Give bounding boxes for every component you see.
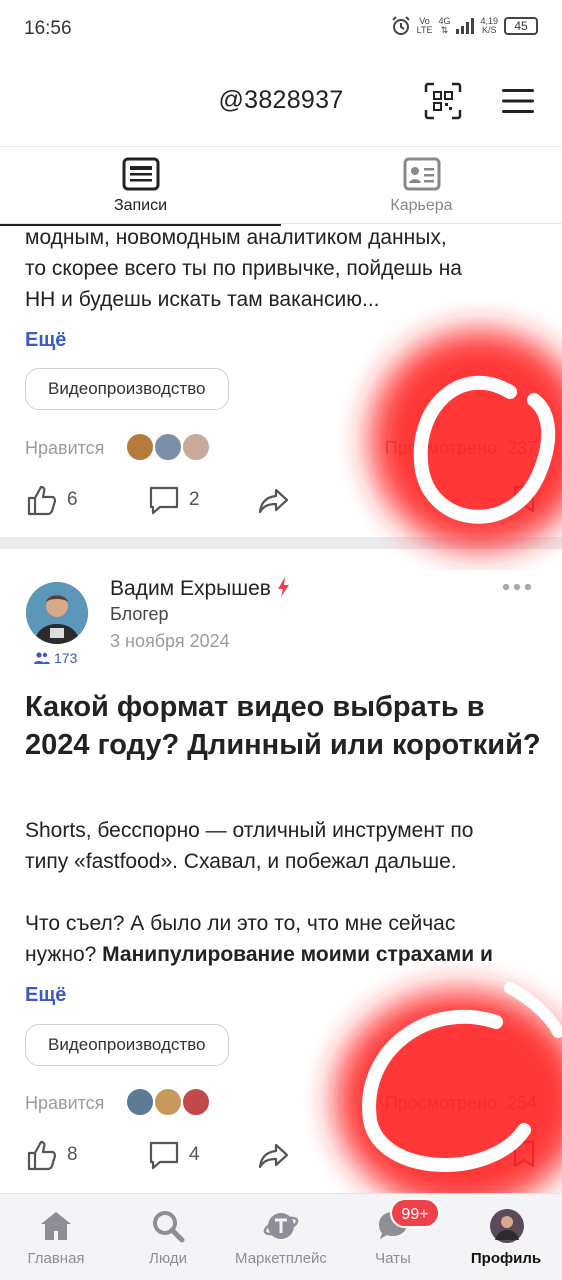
career-card-icon [403,157,441,191]
likes-label: Нравится [25,1093,105,1113]
author-avatar[interactable] [26,582,88,644]
home-icon [41,1212,71,1240]
followers-number: 173 [54,650,78,666]
status-bar: 16:56 Vo LTE 4G ⇅ 4,19 K/S 45 [0,0,562,56]
liked-avatars[interactable] [125,1085,225,1119]
like-button[interactable]: 8 [25,1135,78,1175]
read-more-link[interactable]: Ещё [25,329,66,352]
profile-tabs: Записи Карьера [0,146,562,226]
tab-career-label: Карьера [390,197,453,214]
likes-count: 8 [67,1144,78,1165]
nav-people[interactable]: Люди [112,1194,224,1280]
hamburger-menu-icon[interactable] [500,86,536,116]
avatar [181,1087,211,1117]
share-button[interactable] [257,1135,291,1175]
post-title[interactable]: Какой формат видео выбрать в 2024 году? … [25,688,545,764]
likes-count: 6 [67,489,78,510]
tab-career[interactable]: Карьера [281,147,562,225]
share-button[interactable] [257,480,291,520]
author-name-text: Вадим Ехрышев [110,577,271,600]
network-indicator: Vo LTE [416,16,433,35]
post-divider [0,537,562,549]
lightning-icon [277,577,289,597]
avatar [181,432,211,462]
share-icon [258,1143,289,1169]
posts-feed: модным, новомодным аналитиком данных, то… [0,225,562,1193]
nav-profile-label: Профиль [470,1250,542,1267]
liked-avatars[interactable] [125,430,225,464]
signal-type: 4G ⇅ [438,16,451,35]
bookmark-icon[interactable] [511,1139,537,1169]
comments-count: 4 [189,1144,200,1165]
nav-marketplace[interactable]: Маркетплейс [225,1194,337,1280]
nav-home[interactable]: Главная [0,1194,112,1280]
post-stats: Нравится Просмотрено: 254 [25,1085,537,1119]
bookmark-icon[interactable] [511,484,537,514]
profile-handle: @3828937 [218,86,344,114]
post-stats: Нравится Просмотрено: 237 [25,430,537,464]
thumbs-up-icon [27,485,57,516]
views-count: Просмотрено: 237 [384,438,537,458]
nav-chats-label: Чаты [375,1250,411,1267]
avatar [153,432,183,462]
alarm-icon [391,16,410,35]
views-count: Просмотрено: 254 [384,1093,537,1113]
post-text-bold: Манипулирование моими страхами и [102,943,493,966]
nav-home-label: Главная [27,1250,85,1267]
post-text-line: Shorts, бесспорно — отличный инструмент … [25,819,474,842]
author-role: Блогер [110,604,169,624]
post-actions: 6 2 [25,480,537,520]
share-icon [258,488,289,514]
post-text-line: нужно? Манипулирование моими страхами и [25,939,550,970]
avatar [153,1087,183,1117]
nav-profile[interactable]: Профиль [450,1194,562,1280]
chats-unread-badge: 99+ [390,1198,440,1228]
post-date: 3 ноября 2024 [110,631,230,651]
status-time: 16:56 [24,18,72,39]
posts-icon [122,157,160,191]
tab-posts-label: Записи [113,197,168,214]
comment-icon [149,1141,179,1170]
comment-button[interactable]: 4 [147,1135,200,1175]
post-text-plain: нужно? [25,943,103,966]
avatar [490,1209,524,1243]
post-text-line: типу «fastfood». Схавал, и побежал дальш… [25,850,457,873]
like-button[interactable]: 6 [25,480,78,520]
status-icons: Vo LTE 4G ⇅ 4,19 K/S 45 [391,16,538,36]
network-speed: 4,19 K/S [480,16,498,35]
post-text-line: Что съел? А было ли это то, что мне сейч… [25,912,456,935]
tab-posts[interactable]: Записи [0,147,281,226]
post-tag[interactable]: Видеопроизводство [25,1024,229,1066]
comments-count: 2 [189,489,200,510]
nav-marketplace-label: Маркетплейс [235,1250,327,1267]
post-body: модным, новомодным аналитиком данных, то… [25,225,545,315]
profile-header: @3828937 [0,56,562,146]
post-actions: 8 4 [25,1135,537,1175]
post-text-line: то скорее всего ты по привычке, пойдешь … [25,257,462,280]
thumbs-up-icon [27,1140,57,1171]
author-name[interactable]: Вадим Ехрышев [110,577,291,601]
likes-label: Нравится [25,438,105,458]
post-text-line: НН и будешь искать там вакансию... [25,288,380,311]
avatar [125,1087,155,1117]
bottom-navigation: Главная Люди Маркетплейс Чаты 99+ Профил… [0,1193,562,1280]
post-body: Shorts, бесспорно — отличный инструмент … [25,815,550,970]
comment-icon [149,486,179,515]
qr-code-icon[interactable] [424,82,462,120]
battery-icon: 45 [504,17,538,35]
post-text-line: модным, новомодным аналитиком данных, [25,226,447,249]
avatar [125,432,155,462]
read-more-link[interactable]: Ещё [25,984,66,1007]
comment-button[interactable]: 2 [147,480,200,520]
followers-count: 173 [34,650,77,666]
signal-icon [456,18,475,34]
more-options-icon[interactable] [500,577,534,597]
people-icon [34,652,50,664]
marketplace-icon [263,1213,299,1239]
nav-people-label: Люди [149,1250,187,1267]
post-tag[interactable]: Видеопроизводство [25,368,229,410]
search-icon [153,1211,185,1243]
